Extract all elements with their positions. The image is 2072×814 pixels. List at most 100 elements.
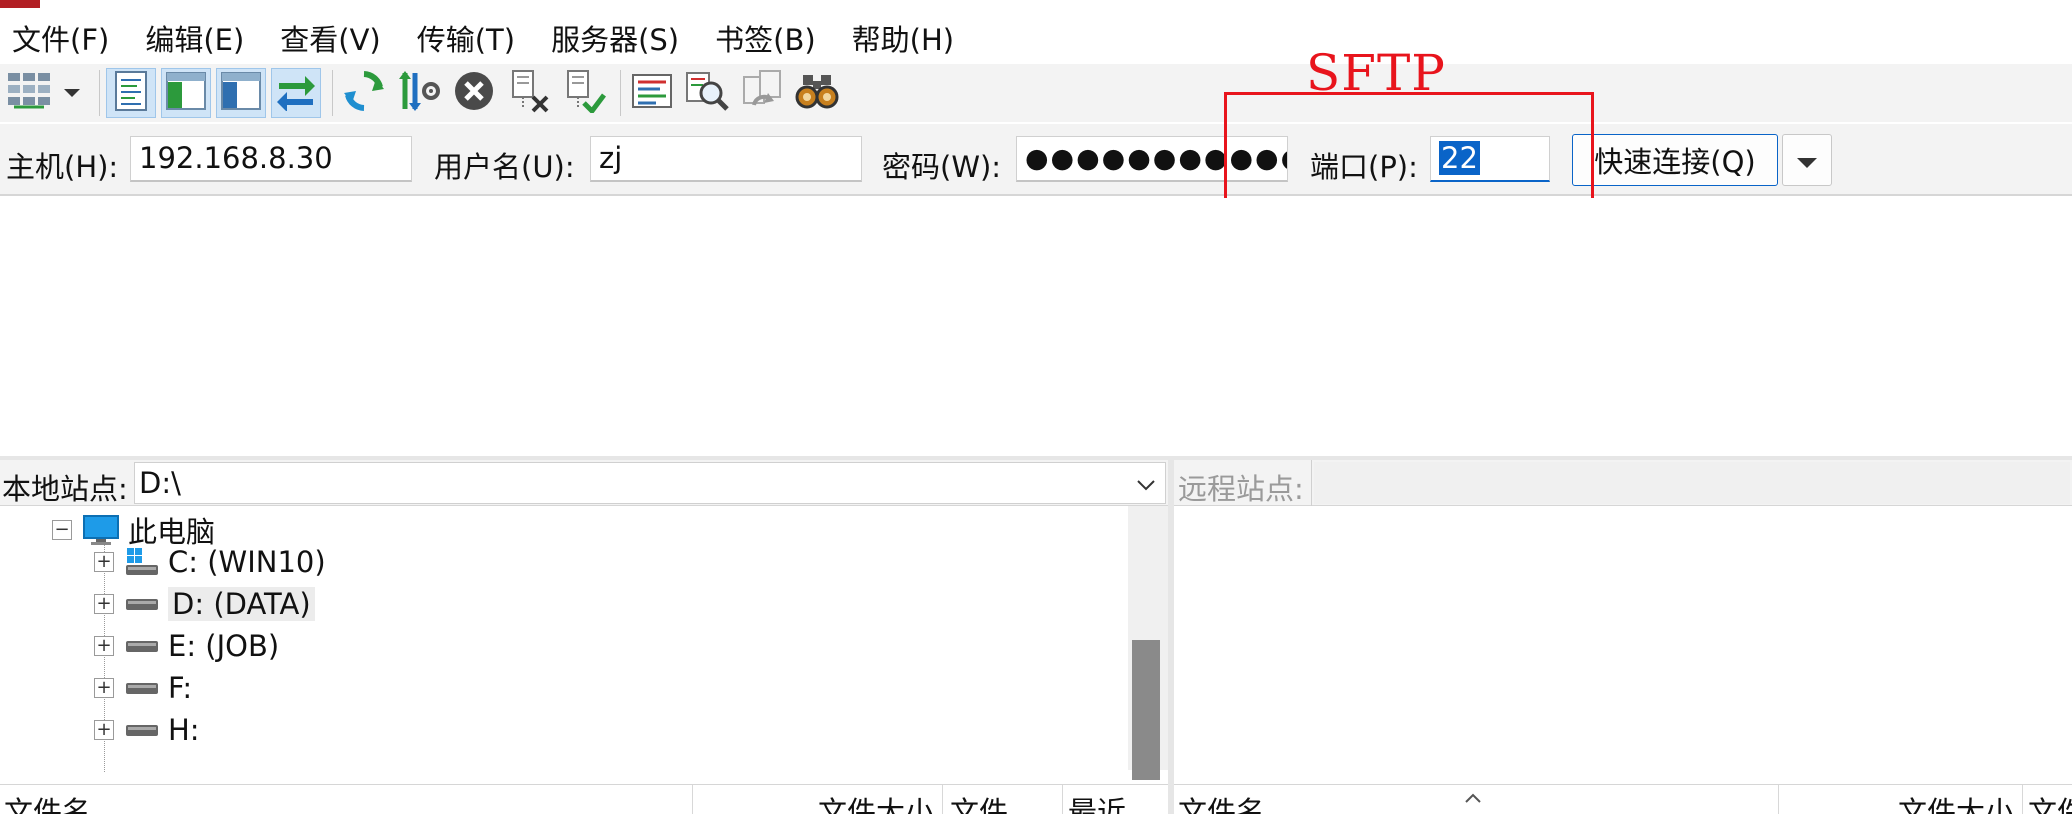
username-input[interactable]: zj	[590, 136, 862, 182]
column-filename[interactable]: 文件名	[1178, 789, 1265, 814]
toolbar-separator	[99, 70, 100, 116]
toolbar	[0, 64, 2072, 122]
host-input[interactable]: 192.168.8.30	[130, 136, 412, 182]
remote-directory-tree[interactable]	[1174, 506, 2072, 770]
reconnect-icon	[562, 69, 606, 117]
expand-icon[interactable]: +	[94, 594, 114, 614]
sort-ascending-icon	[1464, 785, 1482, 809]
toggle-local-tree-button[interactable]	[161, 68, 211, 118]
scrollbar-thumb[interactable]	[1132, 640, 1160, 780]
tree-label: E: (JOB)	[168, 629, 280, 663]
column-separator[interactable]	[942, 785, 943, 814]
message-log[interactable]	[0, 198, 2072, 456]
expand-icon[interactable]: +	[94, 636, 114, 656]
expand-icon[interactable]: +	[94, 720, 114, 740]
quickconnect-history-dropdown[interactable]	[1782, 134, 1832, 186]
menu-edit[interactable]: 编辑(E)	[145, 17, 244, 59]
quickconnect-button[interactable]: 快速连接(Q)	[1572, 134, 1778, 186]
quickconnect-bar: 主机(H): 192.168.8.30 用户名(U): zj 密码(W): ●●…	[0, 124, 2072, 196]
column-filetype[interactable]: 文件	[950, 789, 1008, 814]
column-filesize[interactable]: 文件大小	[1898, 789, 2014, 814]
disconnect-icon	[507, 69, 551, 117]
tree-node-drive-e[interactable]: + E: (JOB)	[94, 626, 279, 666]
tree-label: H:	[168, 713, 200, 747]
menu-bookmarks[interactable]: 书签(B)	[715, 17, 816, 59]
disconnect-button[interactable]	[504, 68, 554, 118]
collapse-icon[interactable]: −	[52, 520, 72, 540]
site-manager-button[interactable]	[4, 68, 54, 118]
toggle-transfer-queue-button[interactable]	[271, 68, 321, 118]
local-site-bar: 本地站点: D:\	[0, 460, 1168, 506]
expand-icon[interactable]: +	[94, 552, 114, 572]
local-tree-toggle-icon	[165, 71, 207, 115]
local-site-path-combo[interactable]: D:\	[134, 462, 1166, 504]
drive-icon	[124, 594, 160, 614]
password-label: 密码(W):	[882, 150, 1002, 184]
directory-compare-icon	[685, 69, 729, 117]
toolbar-separator	[620, 70, 621, 116]
column-modified[interactable]: 最近	[1068, 789, 1126, 814]
tree-node-drive-f[interactable]: + F:	[94, 668, 192, 708]
sync-browse-button[interactable]	[737, 68, 787, 118]
password-input[interactable]: ●●●●●●●●●●●	[1016, 136, 1288, 182]
cancel-icon	[452, 69, 496, 117]
process-queue-button[interactable]	[394, 68, 444, 118]
local-tree-scrollbar[interactable]	[1128, 506, 1168, 780]
local-file-list-header: 文件名 文件大小 文件 最近	[0, 784, 1168, 814]
menu-transfer[interactable]: 传输(T)	[417, 17, 515, 59]
port-value: 22	[1439, 141, 1480, 175]
local-site-label: 本地站点:	[2, 472, 128, 506]
message-log-toggle-icon	[113, 70, 149, 116]
window-icon-fragment	[0, 0, 40, 8]
tree-label: F:	[168, 671, 193, 705]
column-separator[interactable]	[692, 785, 693, 814]
search-files-button[interactable]	[792, 68, 842, 118]
tree-label: D: (DATA)	[168, 587, 315, 621]
menu-help[interactable]: 帮助(H)	[852, 17, 954, 59]
column-separator[interactable]	[2022, 785, 2023, 814]
dropdown-arrow-icon	[63, 84, 81, 103]
remote-site-bar: 远程站点:	[1174, 460, 2072, 506]
refresh-button[interactable]	[339, 68, 389, 118]
remote-site-label: 远程站点:	[1174, 460, 1312, 506]
cancel-button[interactable]	[449, 68, 499, 118]
chevron-down-icon[interactable]	[1135, 469, 1157, 503]
search-files-icon	[795, 69, 839, 117]
annotation-label: SFTP	[1306, 44, 1446, 102]
menu-bar: 文件(F) 编辑(E) 查看(V) 传输(T) 服务器(S) 书签(B) 帮助(…	[0, 12, 2072, 64]
expand-icon[interactable]: +	[94, 678, 114, 698]
filezilla-window: 文件(F) 编辑(E) 查看(V) 传输(T) 服务器(S) 书签(B) 帮助(…	[0, 0, 2072, 814]
menu-view[interactable]: 查看(V)	[280, 17, 380, 59]
directory-compare-button[interactable]	[682, 68, 732, 118]
column-filetype[interactable]: 文件	[2028, 789, 2072, 814]
port-input[interactable]: 22	[1430, 136, 1550, 182]
port-label: 端口(P):	[1310, 150, 1418, 184]
column-separator[interactable]	[1778, 785, 1779, 814]
site-manager-icon	[6, 71, 52, 115]
directory-filter-button[interactable]	[627, 68, 677, 118]
drive-icon	[124, 720, 160, 740]
tree-node-drive-h[interactable]: + H:	[94, 710, 200, 750]
remote-file-list-header: 文件名 文件大小 文件	[1174, 784, 2072, 814]
local-directory-tree[interactable]: − 此电脑 + C: (WIN10) + D: (DATA) + E: (JOB…	[0, 506, 1128, 772]
process-queue-icon	[397, 69, 441, 117]
toggle-remote-tree-button[interactable]	[216, 68, 266, 118]
refresh-icon	[342, 69, 386, 117]
dropdown-arrow-icon	[1795, 143, 1819, 177]
tree-label: C: (WIN10)	[168, 545, 326, 579]
toggle-message-log-button[interactable]	[106, 68, 156, 118]
remote-site-path-combo[interactable]	[1314, 462, 2070, 504]
drive-icon	[124, 678, 160, 698]
site-manager-dropdown[interactable]	[59, 68, 85, 118]
remote-tree-toggle-icon	[220, 71, 262, 115]
column-filename[interactable]: 文件名	[4, 789, 91, 814]
column-separator[interactable]	[1062, 785, 1063, 814]
tree-node-drive-d[interactable]: + D: (DATA)	[94, 584, 315, 624]
column-filesize[interactable]: 文件大小	[818, 789, 934, 814]
transfer-queue-toggle-icon	[275, 71, 317, 115]
menu-server[interactable]: 服务器(S)	[551, 17, 679, 59]
system-drive-icon	[124, 546, 160, 578]
reconnect-button[interactable]	[559, 68, 609, 118]
menu-file[interactable]: 文件(F)	[12, 17, 109, 59]
tree-node-drive-c[interactable]: + C: (WIN10)	[94, 542, 326, 582]
